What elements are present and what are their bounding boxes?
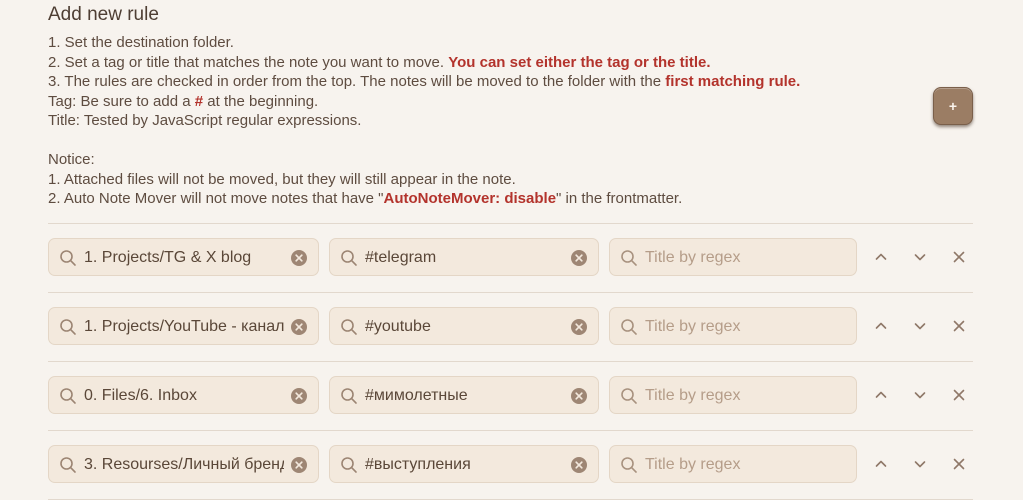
search-icon (60, 457, 76, 473)
rule-row (48, 307, 973, 347)
title-regex-input[interactable] (645, 385, 845, 407)
folder-field (48, 445, 319, 483)
desc-line-3-text: 3. The rules are checked in order from t… (48, 73, 666, 90)
folder-field (48, 376, 319, 414)
search-icon (341, 319, 357, 335)
tag-field (329, 376, 599, 414)
close-icon[interactable] (949, 385, 969, 405)
desc-spacer (48, 131, 908, 151)
desc-line-2: 2. Set a tag or title that matches the n… (48, 53, 908, 73)
chevron-down-icon[interactable] (910, 247, 930, 267)
clear-tag-icon[interactable] (571, 457, 587, 473)
desc-line-4-highlight: # (194, 92, 204, 110)
search-icon (621, 250, 637, 266)
title-field (609, 445, 857, 483)
title-regex-input[interactable] (645, 454, 845, 476)
clear-folder-icon[interactable] (291, 388, 307, 404)
clear-folder-icon[interactable] (291, 319, 307, 335)
chevron-down-icon[interactable] (910, 316, 930, 336)
search-icon (60, 250, 76, 266)
search-icon (341, 388, 357, 404)
folder-field (48, 238, 319, 276)
notice-line-2-text: 2. Auto Note Mover will not move notes t… (48, 190, 384, 207)
desc-line-3-highlight: first matching rule. (665, 73, 801, 90)
divider (48, 223, 973, 224)
rule-row (48, 238, 973, 278)
tag-input[interactable] (365, 316, 565, 338)
notice-line-2: 2. Auto Note Mover will not move notes t… (48, 189, 908, 209)
search-icon (621, 457, 637, 473)
title-field (609, 307, 857, 345)
search-icon (341, 457, 357, 473)
clear-folder-icon[interactable] (291, 457, 307, 473)
tag-field (329, 307, 599, 345)
chevron-up-icon[interactable] (871, 247, 891, 267)
plus-icon: + (948, 98, 958, 114)
rule-row (48, 445, 973, 485)
desc-line-4: Tag: Be sure to add a # at the beginning… (48, 92, 908, 112)
clear-tag-icon[interactable] (571, 250, 587, 266)
clear-tag-icon[interactable] (571, 388, 587, 404)
chevron-up-icon[interactable] (871, 454, 891, 474)
search-icon (341, 250, 357, 266)
search-icon (621, 388, 637, 404)
folder-field (48, 307, 319, 345)
folder-input[interactable] (84, 454, 284, 476)
tag-field (329, 445, 599, 483)
folder-input[interactable] (84, 316, 284, 338)
rule-description: 1. Set the destination folder. 2. Set a … (48, 33, 908, 209)
notice-line-2-text-end: " in the frontmatter. (556, 190, 683, 207)
tag-input[interactable] (365, 385, 565, 407)
title-field (609, 238, 857, 276)
desc-line-4-text-end: at the beginning. (203, 92, 319, 110)
desc-line-4-text: Tag: Be sure to add a (48, 92, 195, 110)
divider (48, 292, 973, 293)
notice-line-1: 1. Attached files will not be moved, but… (48, 170, 516, 188)
chevron-up-icon[interactable] (871, 316, 891, 336)
search-icon (60, 319, 76, 335)
desc-line-5: Title: Tested by JavaScript regular expr… (48, 112, 362, 129)
chevron-down-icon[interactable] (910, 385, 930, 405)
close-icon[interactable] (949, 247, 969, 267)
search-icon (621, 319, 637, 335)
clear-folder-icon[interactable] (291, 250, 307, 266)
notice-line-2-highlight: AutoNoteMover: disable (383, 190, 557, 207)
rule-row (48, 376, 973, 416)
section-title: Add new rule (48, 4, 159, 25)
divider (48, 361, 973, 362)
desc-line-3: 3. The rules are checked in order from t… (48, 72, 908, 92)
desc-line-1: 1. Set the destination folder. (48, 34, 234, 51)
settings-page: Add new rule 1. Set the destination fold… (0, 0, 1023, 500)
chevron-down-icon[interactable] (910, 454, 930, 474)
desc-line-2-highlight: You can set either the tag or the title. (448, 53, 711, 71)
search-icon (60, 388, 76, 404)
close-icon[interactable] (949, 454, 969, 474)
title-field (609, 376, 857, 414)
tag-input[interactable] (365, 247, 565, 269)
notice-heading: Notice: (48, 151, 95, 168)
tag-input[interactable] (365, 454, 565, 476)
clear-tag-icon[interactable] (571, 319, 587, 335)
add-rule-button[interactable]: + (933, 87, 973, 125)
folder-input[interactable] (84, 247, 284, 269)
folder-input[interactable] (84, 385, 284, 407)
title-regex-input[interactable] (645, 247, 845, 269)
desc-line-2-text: 2. Set a tag or title that matches the n… (48, 53, 449, 71)
divider (48, 430, 973, 431)
chevron-up-icon[interactable] (871, 385, 891, 405)
tag-field (329, 238, 599, 276)
close-icon[interactable] (949, 316, 969, 336)
title-regex-input[interactable] (645, 316, 845, 338)
